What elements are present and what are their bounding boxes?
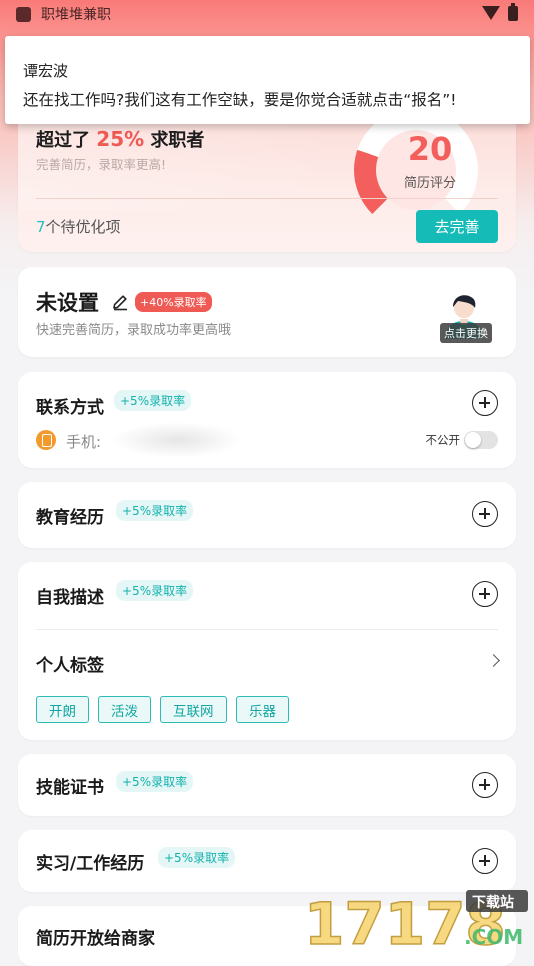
profile-card[interactable]: 未设置 +40%录取率 快速完善简历，录取成功率更高哦 点击更换 bbox=[18, 267, 516, 357]
beat-suffix: 求职者 bbox=[150, 130, 205, 151]
beat-percent-text: 超过了 25% 求职者 bbox=[36, 126, 204, 152]
skills-title: 技能证书 bbox=[36, 778, 104, 798]
tags-title[interactable]: 个人标签 bbox=[36, 651, 104, 676]
phone-private-toggle[interactable] bbox=[464, 431, 498, 449]
app-icon bbox=[16, 6, 31, 22]
add-experience-plus-icon[interactable] bbox=[472, 848, 498, 874]
site-watermark-logo: 17178 下载站 .COM bbox=[303, 889, 528, 950]
beat-percent: 25% bbox=[96, 127, 145, 151]
add-contact-plus-icon[interactable] bbox=[472, 390, 498, 416]
self-description-section: 自我描述 +5%录取率 个人标签 开朗 活泼 互联网 乐器 bbox=[18, 562, 516, 740]
self-desc-rate-badge: +5%录取率 bbox=[116, 580, 194, 601]
notification-banner[interactable]: 谭宏波 还在找工作吗?我们这有工作空缺，要是你觉合适就点击“报名”! bbox=[5, 36, 530, 124]
tag-chip[interactable]: 乐器 bbox=[236, 696, 289, 723]
profile-name-row: 未设置 +40%录取率 bbox=[36, 287, 212, 317]
svg-text:.COM: .COM bbox=[464, 925, 523, 949]
pending-items: 7个待优化项 bbox=[36, 216, 121, 237]
chevron-right-icon[interactable] bbox=[487, 654, 500, 667]
skills-rate-badge: +5%录取率 bbox=[116, 771, 194, 792]
wifi-icon bbox=[482, 6, 500, 20]
pending-count: 7 bbox=[36, 218, 46, 236]
pending-text: 个待优化项 bbox=[45, 218, 121, 236]
tag-chip[interactable]: 互联网 bbox=[160, 696, 227, 723]
resume-score-label: 简历评分 bbox=[403, 176, 456, 191]
experience-rate-badge: +5%录取率 bbox=[158, 847, 236, 868]
notification-title: 谭宏波 bbox=[23, 62, 69, 80]
svg-text:下载站: 下载站 bbox=[472, 894, 514, 911]
add-education-plus-icon[interactable] bbox=[472, 501, 498, 527]
tag-chip[interactable]: 开朗 bbox=[36, 696, 89, 723]
edit-pencil-icon[interactable] bbox=[111, 293, 129, 311]
contact-section: 联系方式 +5%录取率 手机: 不公开 bbox=[18, 372, 516, 468]
add-self-desc-plus-icon[interactable] bbox=[472, 581, 498, 607]
battery-icon bbox=[508, 3, 518, 21]
avatar-change-tag[interactable]: 点击更换 bbox=[440, 323, 492, 343]
resume-score: 20 bbox=[407, 130, 453, 168]
self-desc-title: 自我描述 bbox=[36, 588, 104, 608]
experience-section: 实习/工作经历 +5%录取率 bbox=[18, 830, 516, 892]
score-subtitle: 完善简历，录取率更高! bbox=[36, 157, 167, 172]
beat-prefix: 超过了 bbox=[36, 130, 90, 151]
status-bar: 职堆堆兼职 bbox=[0, 0, 534, 28]
education-title: 教育经历 bbox=[36, 508, 104, 528]
skills-section: 技能证书 +5%录取率 bbox=[18, 754, 516, 816]
add-skills-plus-icon[interactable] bbox=[472, 772, 498, 798]
profile-subtitle: 快速完善简历，录取成功率更高哦 bbox=[36, 323, 232, 338]
tag-chip[interactable]: 活泼 bbox=[98, 696, 151, 723]
section-divider bbox=[36, 629, 498, 630]
education-section: 教育经历 +5%录取率 bbox=[18, 482, 516, 548]
education-rate-badge: +5%录取率 bbox=[116, 500, 194, 521]
contact-title: 联系方式 bbox=[36, 398, 104, 418]
phone-label: 手机: bbox=[66, 433, 102, 451]
phone-number-blurred bbox=[112, 422, 242, 458]
experience-title: 实习/工作经历 bbox=[36, 854, 145, 874]
card-divider bbox=[36, 198, 498, 199]
status-app-name: 职堆堆兼职 bbox=[41, 7, 111, 23]
phone-icon bbox=[36, 430, 56, 450]
private-label: 不公开 bbox=[425, 433, 461, 447]
open-section-title: 简历开放给商家 bbox=[36, 929, 155, 949]
notification-body: 还在找工作吗?我们这有工作空缺，要是你觉合适就点击“报名”! bbox=[23, 91, 457, 109]
contact-rate-badge: +5%录取率 bbox=[114, 390, 192, 411]
improve-button[interactable]: 去完善 bbox=[416, 210, 498, 243]
profile-rate-badge: +40%录取率 bbox=[135, 292, 212, 312]
profile-name[interactable]: 未设置 bbox=[36, 287, 99, 317]
